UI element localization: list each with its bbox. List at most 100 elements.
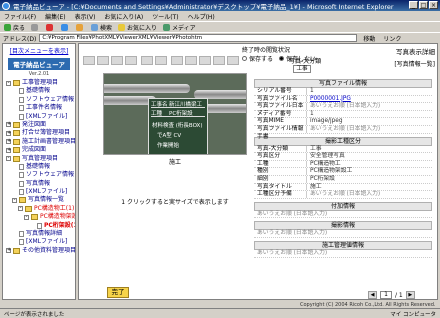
sidebar-item-label: 基礎情報: [26, 87, 51, 95]
sidebar-item[interactable]: 工事件名情報: [3, 104, 75, 112]
row-label: 種別: [254, 168, 306, 175]
forward-button[interactable]: [31, 23, 40, 31]
doc-title-block: 写真表示詳細 [写真情報一覧]: [394, 46, 435, 68]
sidebar-item[interactable]: 写真情報: [3, 180, 75, 188]
copy-button[interactable]: [185, 56, 197, 65]
minimize-button[interactable]: _: [409, 1, 418, 9]
prev-page-button[interactable]: [97, 56, 109, 65]
next-page-button[interactable]: [111, 56, 123, 65]
row-label: 写真タイトル: [254, 183, 306, 191]
sidebar-item[interactable]: - 写真情報一覧: [3, 196, 75, 204]
refresh-icon: [61, 23, 69, 31]
table-row: 工種区分予備 あいうえお順 (日本語入力): [254, 191, 432, 199]
zoom-in-button[interactable]: [141, 56, 153, 65]
sidebar-item[interactable]: 基礎情報: [3, 87, 75, 95]
zone-text: マイ コンピュータ: [390, 312, 436, 318]
sidebar-item[interactable]: ソフトウェア情報: [3, 171, 75, 179]
sidebar-item[interactable]: 写真情報詳細: [3, 230, 75, 238]
expand-icon[interactable]: +: [6, 139, 11, 145]
sidebar-item[interactable]: [XMLファイル]: [3, 238, 75, 246]
row-value: あいうえお順 (日本語入力): [306, 103, 432, 110]
page-icon: [19, 180, 24, 187]
brand-title: 電子納品ビューア: [8, 58, 70, 70]
sidebar-item-label: ソフトウェア情報: [26, 171, 75, 179]
sidebar-item-label: [XMLファイル]: [26, 112, 68, 120]
collapse-icon[interactable]: -: [6, 156, 11, 162]
sidebar-item[interactable]: + 完成図面: [3, 146, 75, 154]
sidebar-item[interactable]: + その他資料管理項目: [3, 247, 75, 255]
collapse-icon[interactable]: -: [24, 214, 29, 220]
back-button[interactable]: 戻る: [4, 23, 25, 32]
menu-edit[interactable]: 編集(E): [45, 12, 65, 21]
ie-logo-icon: [2, 1, 10, 10]
page-number-input[interactable]: 1: [380, 291, 392, 299]
menu-view[interactable]: 表示(V): [75, 12, 96, 21]
version-label: Ver.2.01: [28, 71, 50, 77]
sidebar-item[interactable]: + 打合せ簿管理項目: [3, 129, 75, 137]
category-select[interactable]: 工事: [293, 65, 311, 73]
home-button[interactable]: [76, 23, 85, 31]
sidebar-item-label: その他資料管理項目: [22, 246, 76, 254]
forward-arrow-icon: [31, 23, 39, 31]
show-toc-link[interactable]: [目次メニューを表示]: [3, 46, 75, 55]
row-value[interactable]: P0000001.JPG: [306, 95, 432, 103]
expand-icon[interactable]: +: [6, 147, 11, 153]
first-page-button[interactable]: [83, 56, 95, 65]
sidebar-item-label: 打合せ簿管理項目: [22, 129, 71, 137]
address-label: アドレス(D): [3, 35, 37, 43]
stop-button[interactable]: [46, 23, 55, 31]
search-button[interactable]: 検索: [91, 23, 112, 32]
board-text: 工種: [151, 111, 163, 117]
sidebar-item[interactable]: PC桁架設(1): [3, 222, 75, 230]
sidebar-item[interactable]: - PC構造物架設工(1): [3, 213, 75, 221]
window-titlebar: 電子納品ビューア - [C:¥Documents and Settings¥Ad…: [0, 0, 440, 11]
refresh-button[interactable]: [61, 23, 70, 31]
sidebar-item[interactable]: - PC構造物工(1): [3, 205, 75, 213]
zoom-out-button[interactable]: [155, 56, 167, 65]
sidebar-item-label: 完成図面: [22, 146, 47, 154]
last-page-button[interactable]: [125, 56, 137, 65]
expand-icon[interactable]: +: [6, 248, 11, 254]
row-label: 写真-大分類: [254, 145, 306, 153]
sidebar-item[interactable]: [XMLファイル]: [3, 113, 75, 121]
expand-icon[interactable]: +: [6, 130, 11, 136]
sidebar-item[interactable]: - 写真管理項目: [3, 155, 75, 163]
media-button[interactable]: メディア: [163, 23, 196, 32]
slideshow-button[interactable]: [199, 56, 211, 65]
collapse-icon[interactable]: -: [18, 206, 23, 212]
row-value: PC桁架設: [306, 175, 432, 183]
list-button[interactable]: [213, 56, 225, 65]
menu-tools[interactable]: ツール(T): [152, 12, 178, 21]
sidebar-item[interactable]: ソフトウェア情報: [3, 96, 75, 104]
favorites-button[interactable]: お気に入り: [118, 23, 157, 32]
detail-button[interactable]: [227, 56, 239, 65]
page-subtitle: [写真情報一覧]: [394, 61, 435, 68]
links-button[interactable]: リンク: [383, 34, 401, 43]
save-radio[interactable]: 保存する: [242, 54, 273, 63]
media-icon: [163, 23, 171, 31]
pager-prev-button[interactable]: ◀: [368, 291, 377, 299]
menu-help[interactable]: ヘルプ(H): [188, 12, 215, 21]
go-button[interactable]: 移動: [363, 34, 375, 43]
page-icon: [19, 105, 24, 112]
sidebar-item-label: 施工計画書管理項目: [22, 137, 76, 145]
print-button[interactable]: [171, 56, 183, 65]
collapse-icon[interactable]: -: [6, 80, 11, 86]
table-row: 写真ファイル日本語名あいうえお順 (日本語入力): [254, 103, 432, 117]
row-label: 細別: [254, 175, 306, 183]
menu-favorites[interactable]: お気に入り(A): [104, 12, 143, 21]
done-button[interactable]: 完了: [107, 287, 129, 298]
collapse-icon[interactable]: -: [12, 197, 17, 203]
close-button[interactable]: ×: [429, 1, 438, 9]
sidebar-item[interactable]: + 施工計画書管理項目: [3, 138, 75, 146]
menu-file[interactable]: ファイル(F): [4, 12, 36, 21]
address-input[interactable]: C:¥Program Files¥PhotXML¥ViewerXML¥Viewe…: [39, 34, 358, 42]
page-icon: [19, 113, 24, 120]
row-value: 1: [306, 110, 432, 118]
board-text: 材料検査 (桁長BOX): [152, 123, 203, 129]
expand-icon[interactable]: +: [6, 122, 11, 128]
pager-next-button[interactable]: ▶: [405, 291, 415, 299]
table-row: 写真タイトル 施工: [254, 183, 432, 192]
photo-thumbnail[interactable]: 工事名 新江川橋梁工 工種 PC桁架設 材料検査 (桁長BOX) でA型 CV …: [103, 73, 247, 155]
maximize-button[interactable]: □: [419, 1, 428, 9]
